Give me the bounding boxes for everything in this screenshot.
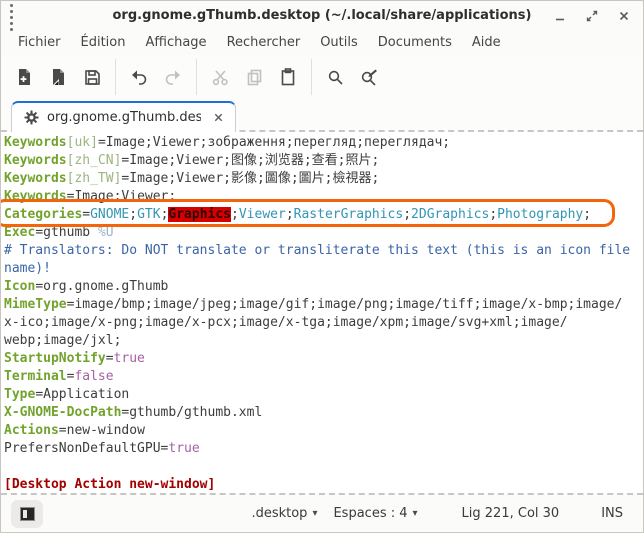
undo-icon [130, 69, 148, 85]
editor-line: Keywords[zh_CN]=Image;Viewer;图像;浏览器;查看;照… [4, 152, 643, 170]
close-icon [213, 112, 224, 123]
menu-fichier[interactable]: Fichier [9, 33, 70, 52]
editor-line: Terminal=false [4, 368, 643, 386]
new-document-button[interactable] [8, 61, 40, 93]
chevron-down-icon: ▾ [413, 508, 418, 519]
window-title: org.gnome.gThumb.desktop (~/.local/share… [1, 8, 643, 23]
tabbar: org.gnome.gThumb.desktop [1, 99, 643, 132]
redo-icon [164, 69, 182, 85]
tab-org-gnome-gthumb-desktop[interactable]: org.gnome.gThumb.desktop [11, 101, 236, 132]
editor-line: webp;image/jxl; [4, 332, 643, 350]
search-and-replace-icon [360, 69, 378, 86]
editor-line: Keywords=Image;Viewer; [4, 188, 643, 206]
toolbar-separator [196, 59, 197, 95]
close-button[interactable] [613, 5, 635, 27]
editor-content: Keywords[uk]=Image;Viewer;зображення;пер… [4, 134, 643, 493]
close-icon [618, 10, 630, 22]
save-icon [84, 69, 101, 86]
editor-line: Keywords[uk]=Image;Viewer;зображення;пер… [4, 134, 643, 152]
editor-line: StartupNotify=true [4, 350, 643, 368]
open-document-icon [50, 68, 67, 86]
side-panel-icon [20, 507, 35, 521]
cursor-position: Lig 221, Col 30 [454, 502, 568, 525]
search-button[interactable] [319, 61, 351, 93]
editor-line: Keywords[zh_TW]=Image;Viewer;影像;圖像;圖片;檢視… [4, 170, 643, 188]
toolbar-separator [115, 59, 116, 95]
drag-handle-dots-icon [10, 4, 13, 31]
filetype-dropdown[interactable]: .desktop▾ [243, 502, 325, 525]
chevron-down-icon: ▾ [312, 508, 317, 519]
editor-line: Categories=GNOME;GTK;Graphics;Viewer;Ras… [4, 206, 643, 224]
side-panel-toggle-button[interactable] [11, 500, 43, 528]
copy-icon [246, 69, 263, 86]
new-document-icon [16, 68, 33, 86]
editor-line: Icon=org.gnome.gThumb [4, 278, 643, 296]
menu-aide[interactable]: Aide [463, 33, 510, 52]
search-icon [327, 69, 344, 86]
redo-button [157, 61, 189, 93]
cut-button [204, 61, 236, 93]
editor-line: Actions=new-window [4, 422, 643, 440]
menu-documents[interactable]: Documents [369, 33, 461, 52]
toolbar-separator [311, 59, 312, 95]
menu-outils[interactable]: Outils [311, 33, 367, 52]
editor-line: MimeType=image/bmp;image/jpeg;image/gif;… [4, 296, 643, 314]
indent-dropdown[interactable]: Espaces : 4▾ [325, 502, 425, 525]
minimize-button[interactable] [549, 5, 571, 27]
titlebar[interactable]: org.gnome.gThumb.desktop (~/.local/share… [1, 1, 643, 30]
open-document-button[interactable] [42, 61, 74, 93]
editor-line: x-ico;image/x-png;image/x-pcx;image/x-tg… [4, 314, 643, 332]
restore-icon [586, 10, 598, 22]
restore-button[interactable] [581, 5, 603, 27]
editor-line: Exec=gthumb %U [4, 224, 643, 242]
menu-rechercher[interactable]: Rechercher [218, 33, 310, 52]
tab-label: org.gnome.gThumb.desktop [47, 110, 201, 125]
save-button[interactable] [76, 61, 108, 93]
editor-line: X-GNOME-DocPath=gthumb/gthumb.xml [4, 404, 643, 422]
tab-close-button[interactable] [209, 109, 227, 127]
editor-line: PrefersNonDefaultGPU=true [4, 440, 643, 458]
minimize-icon [554, 10, 566, 22]
menu-affichage[interactable]: Affichage [136, 33, 215, 52]
paste-icon [280, 68, 296, 86]
editor-line: Type=Application [4, 386, 643, 404]
toolbar [1, 55, 643, 99]
gear-icon [24, 110, 39, 125]
gedit-window: org.gnome.gThumb.desktop (~/.local/share… [0, 0, 644, 533]
editor-line [4, 458, 643, 476]
copy-button [238, 61, 270, 93]
menubar: Fichier Édition Affichage Rechercher Out… [1, 30, 643, 55]
undo-button[interactable] [123, 61, 155, 93]
editor-line: name)! [4, 260, 643, 278]
cut-icon [212, 69, 229, 86]
editor-line: # Translators: Do NOT translate or trans… [4, 242, 643, 260]
editor-line: [Desktop Action new-window] [4, 476, 643, 493]
editor-area[interactable]: Keywords[uk]=Image;Viewer;зображення;пер… [1, 132, 643, 493]
menu-edition[interactable]: Édition [72, 33, 135, 52]
paste-button[interactable] [272, 61, 304, 93]
statusbar: .desktop▾ Espaces : 4▾ Lig 221, Col 30 I… [1, 493, 643, 532]
insert-mode-indicator: INS [593, 502, 631, 525]
search-and-replace-button[interactable] [353, 61, 385, 93]
